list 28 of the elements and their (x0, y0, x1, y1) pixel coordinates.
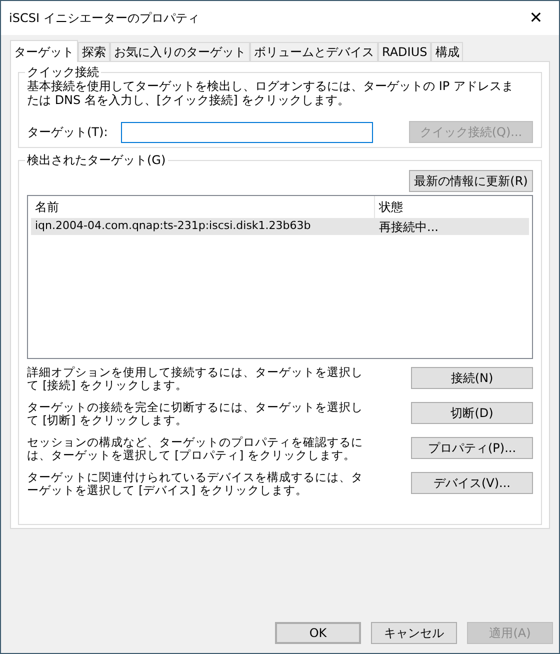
description-text: 基本接続を使用してターゲットを検出し、ログオンするには、ターゲットの IP アドレスまたは DNS 名を入力し、[クイック接続] をクリックします。 (27, 79, 514, 107)
refresh-button[interactable]: 最新の情報に更新(R) (409, 170, 533, 192)
tab[interactable]: ターゲット (10, 40, 78, 62)
instruction-text: ターゲットの接続を完全に切断するには、ターゲットを選択して [切断] をクリックします。 (27, 401, 364, 427)
column-header[interactable]: 状態 (375, 198, 529, 216)
instruction-text: ターゲットに関連付けられているデバイスを構成するには、ターゲットを選択して [デバイス] をクリックします。 (27, 471, 364, 497)
dialog-button[interactable]: OK (275, 622, 361, 644)
tab[interactable]: お気に入りのターゲット (110, 42, 250, 61)
close-button[interactable]: ✕ (513, 1, 559, 35)
instruction-text: セッションの構成など、ターゲットのプロパティを確認するには、ターゲットを選択して [プロパティ] をクリックします。 (27, 436, 364, 462)
target-row[interactable]: iqn.2004-04.com.qnap:ts-231p:iscsi.disk1.23b63b 再接続中... (31, 218, 529, 235)
window-title: iSCSI イニシエーターのプロパティ (9, 10, 200, 27)
instruction-text: 詳細オプションを使用して接続するには、ターゲットを選択して [接続] をクリックします。 (27, 366, 364, 392)
table-cell-text: iqn.2004-04.com.qnap:ts-231p:iscsi.disk1.23b63b (34, 218, 312, 234)
tab[interactable]: 構成 (431, 42, 464, 61)
tab[interactable]: 探索 (78, 42, 110, 61)
action-button[interactable]: 切断(D) (411, 402, 533, 424)
target-input[interactable] (121, 122, 373, 142)
field-label: ターゲット(T): (27, 124, 109, 141)
dialog-button[interactable]: キャンセル (371, 622, 457, 644)
group-title: クイック接続 (25, 64, 101, 80)
tab[interactable]: RADIUS (378, 42, 432, 61)
table-cell-text: 再接続中... (378, 218, 440, 236)
tab[interactable]: ボリュームとデバイス (250, 42, 378, 61)
action-button[interactable]: プロパティ(P)... (411, 437, 533, 459)
action-button[interactable]: 接続(N) (411, 367, 533, 389)
action-button[interactable]: デバイス(V)... (411, 472, 533, 494)
group-title: 検出されたターゲット(G) (25, 152, 168, 168)
